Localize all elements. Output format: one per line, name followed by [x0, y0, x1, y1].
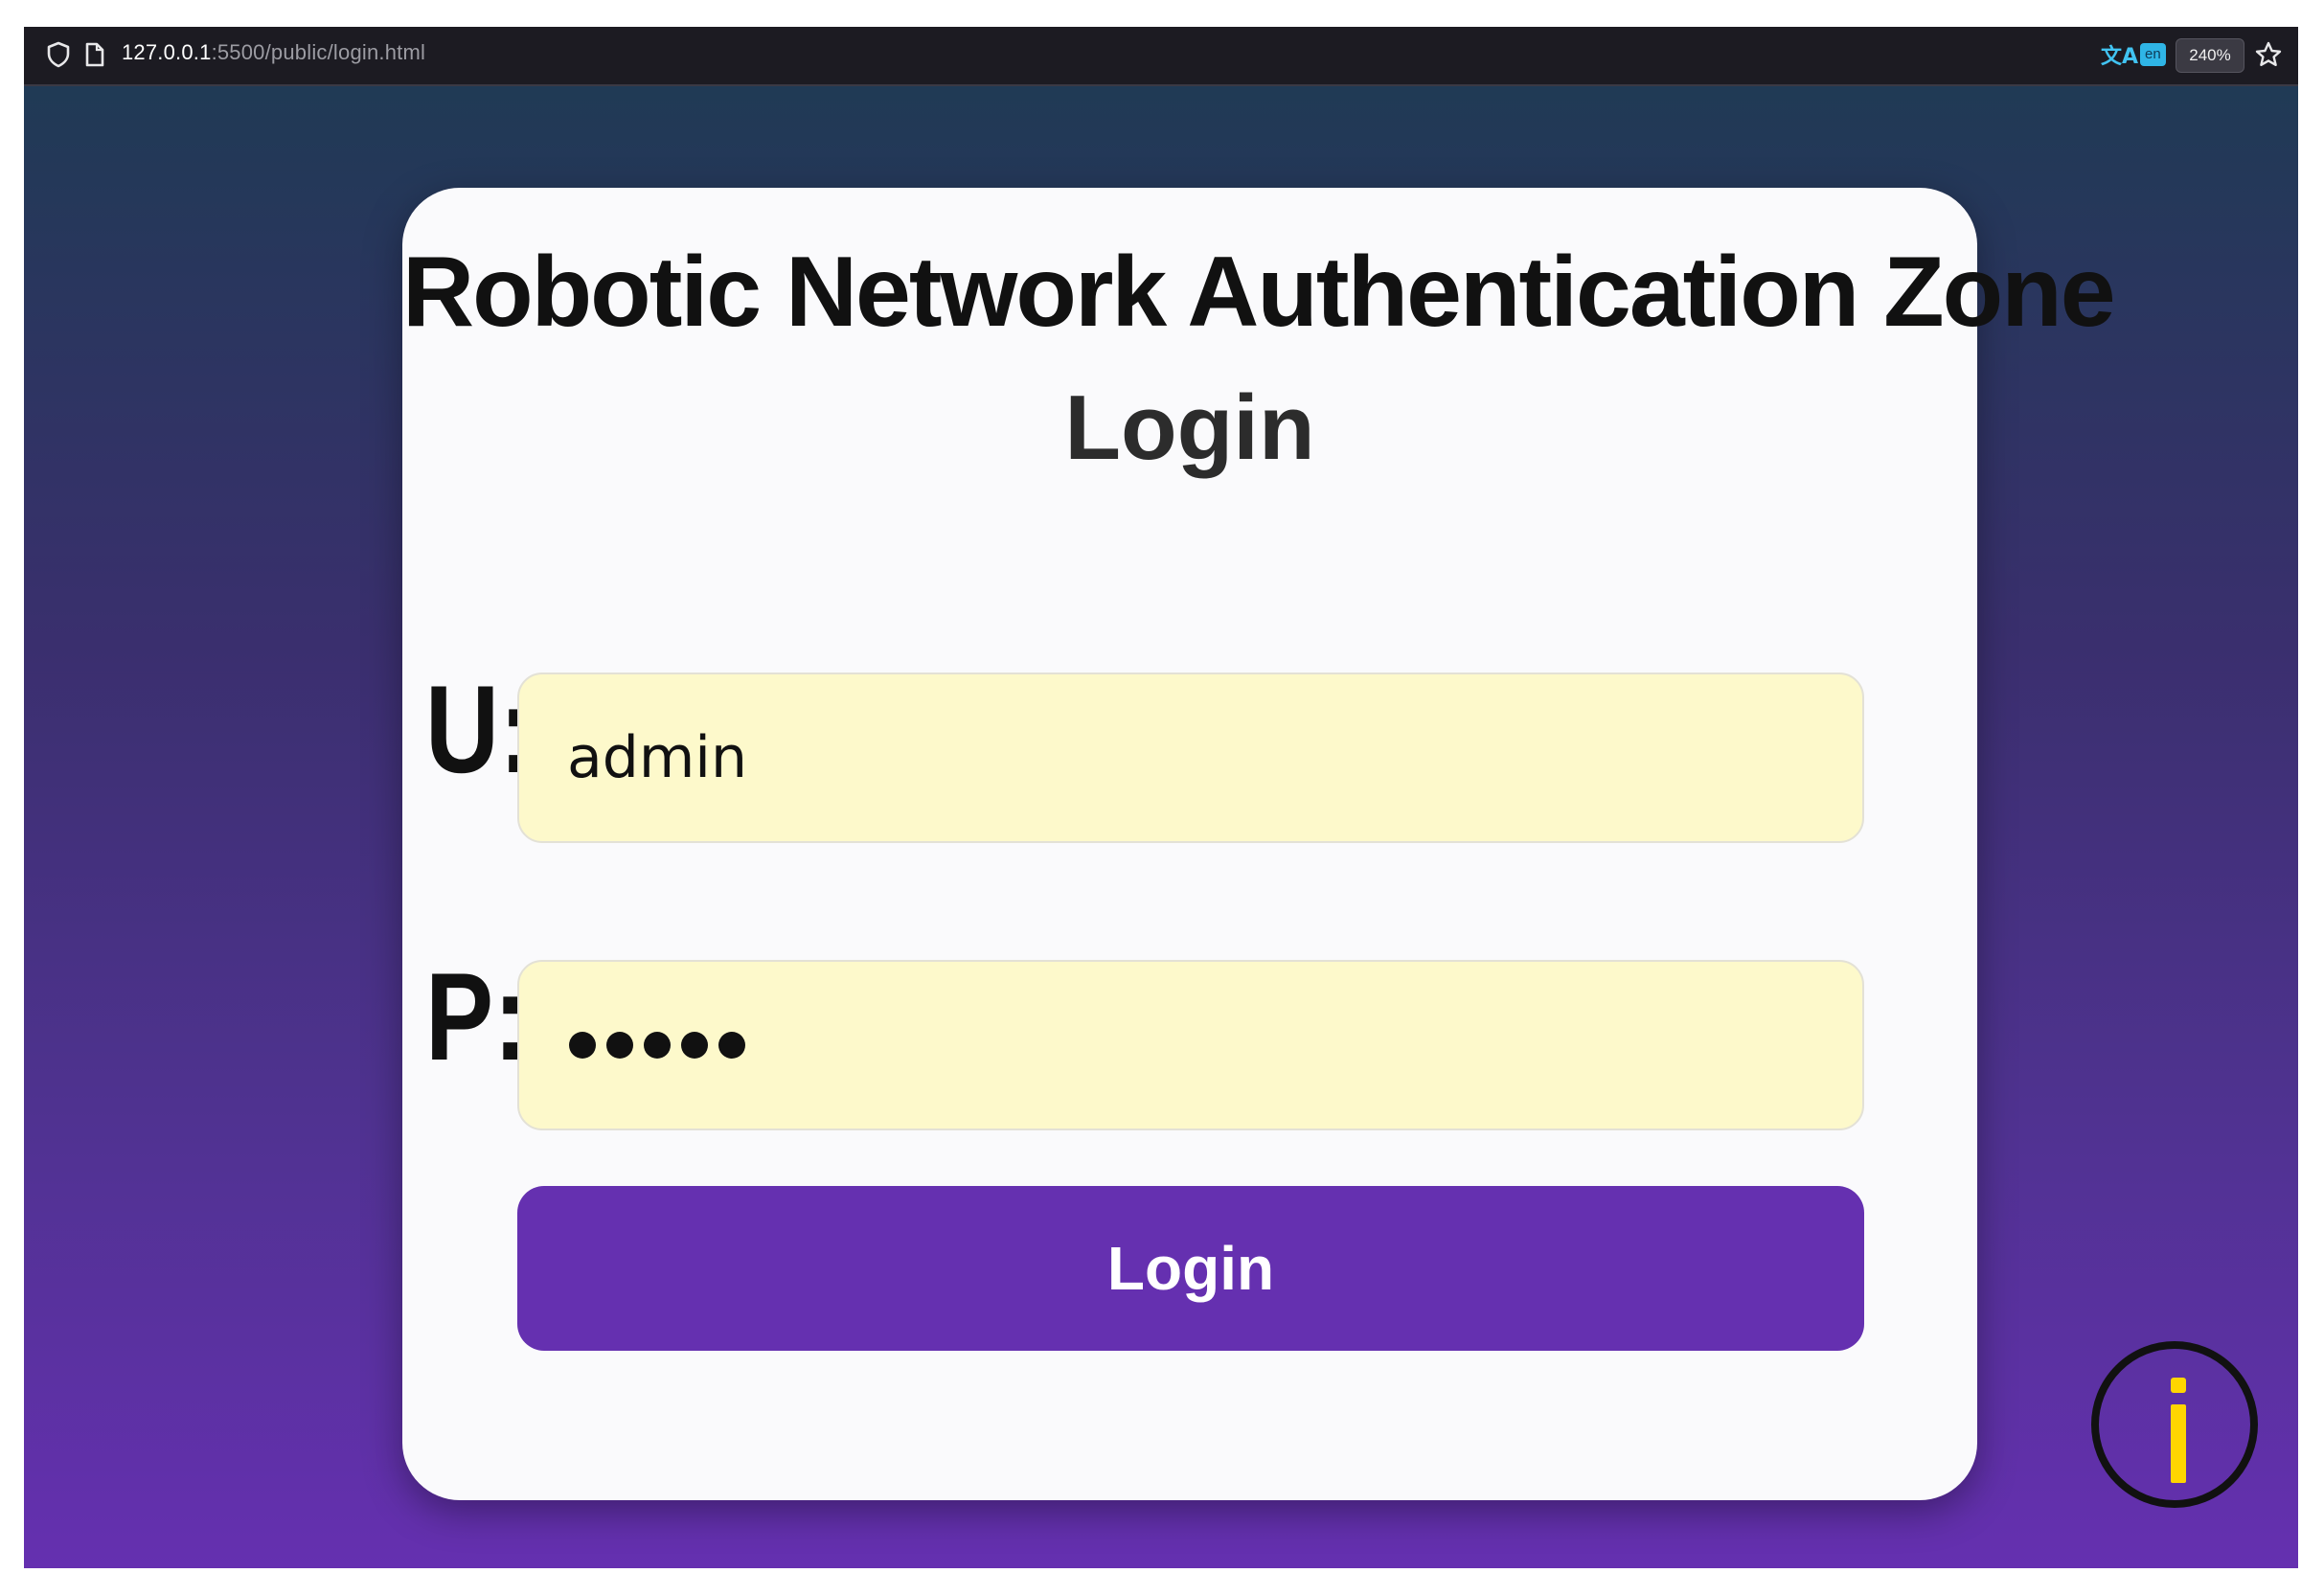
browser-toolbar: 127.0.0.1:5500/public/login.html 文A en 2…	[24, 27, 2298, 86]
url-host: 127.0.0.1	[122, 40, 212, 64]
translate-glyph: 文A	[2101, 45, 2139, 69]
translate-language: en	[2140, 43, 2166, 66]
bookmark-star-icon[interactable]	[2253, 39, 2284, 70]
info-icon-stem	[2171, 1404, 2186, 1483]
url-path: :5500/public/login.html	[211, 40, 426, 64]
zoom-level-button[interactable]: 240%	[2176, 38, 2244, 73]
browser-window: 127.0.0.1:5500/public/login.html 文A en 2…	[24, 27, 2298, 1568]
translate-icon[interactable]: 文A en	[2101, 38, 2166, 71]
username-input[interactable]	[517, 673, 1864, 843]
page-title: Robotic Network Authentication Zone	[402, 237, 2116, 348]
info-icon-dot	[2171, 1378, 2186, 1393]
login-button[interactable]: Login	[517, 1186, 1864, 1351]
login-card: Robotic Network Authentication Zone Logi…	[402, 188, 2116, 1500]
address-bar[interactable]: 127.0.0.1:5500/public/login.html	[122, 40, 425, 65]
info-icon[interactable]	[2091, 1341, 2258, 1508]
page-icon[interactable]	[80, 39, 110, 70]
password-label: P:	[425, 946, 528, 1086]
password-input[interactable]	[517, 960, 1864, 1130]
login-heading: Login	[1064, 376, 1315, 479]
shield-icon[interactable]	[43, 39, 74, 70]
